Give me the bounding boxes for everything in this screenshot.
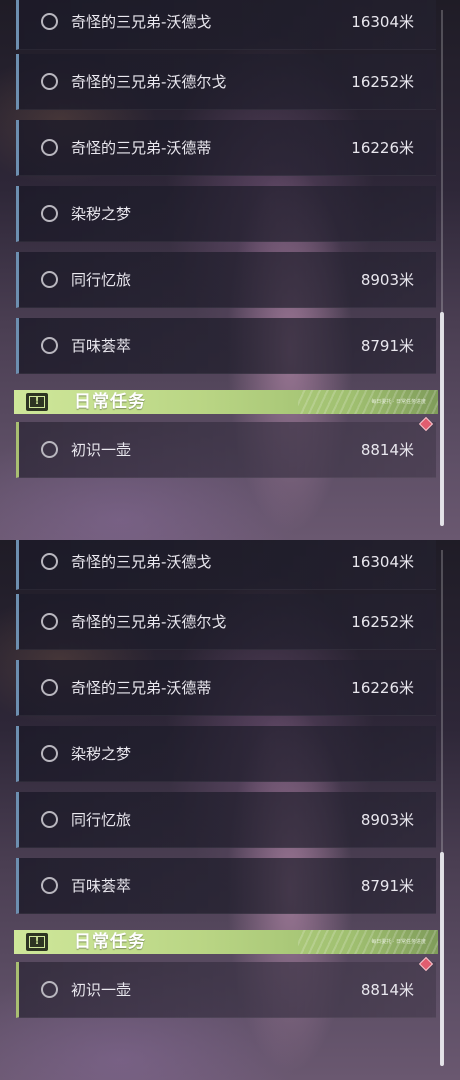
quest-item[interactable]: 奇怪的三兄弟-沃德尔戈 16252米	[16, 594, 436, 650]
quest-item[interactable]: 染秽之梦	[16, 726, 436, 782]
quest-distance: 8903米	[360, 271, 414, 289]
quest-distance: 8814米	[360, 441, 414, 459]
category-tag: 每日委托 · 日常任务进度	[371, 939, 426, 945]
quest-status-circle-icon	[41, 745, 58, 762]
category-title: 日常任务	[74, 932, 146, 952]
quest-distance: 16226米	[351, 139, 414, 157]
quest-distance: 8814米	[360, 981, 414, 999]
quest-item[interactable]: 同行忆旅 8903米	[16, 792, 436, 848]
quest-name: 奇怪的三兄弟-沃德蒂	[71, 679, 212, 697]
quest-name: 奇怪的三兄弟-沃德尔戈	[71, 613, 227, 631]
quest-name: 百味荟萃	[71, 337, 132, 355]
daily-quest-item[interactable]: 初识一壶 8814米	[16, 962, 436, 1018]
quest-name: 同行忆旅	[71, 271, 132, 289]
quest-status-circle-icon	[41, 613, 58, 630]
exclamation-icon: !	[26, 933, 48, 951]
quest-name: 同行忆旅	[71, 811, 132, 829]
quest-item[interactable]: 奇怪的三兄弟-沃德尔戈 16252米	[16, 54, 436, 110]
exclamation-icon: !	[26, 393, 48, 411]
quest-item[interactable]: 奇怪的三兄弟-沃德戈 16304米	[16, 0, 436, 50]
quest-name: 奇怪的三兄弟-沃德戈	[71, 13, 212, 31]
quest-name: 奇怪的三兄弟-沃德尔戈	[71, 73, 227, 91]
quest-distance: 16252米	[351, 613, 414, 631]
category-title: 日常任务	[74, 392, 146, 412]
daily-quest-item[interactable]: 初识一壶 8814米	[16, 422, 436, 478]
quest-panel-top: 奇怪的三兄弟-沃德戈 16304米 奇怪的三兄弟-沃德尔戈 16252米 奇怪的…	[0, 0, 460, 540]
quest-name: 奇怪的三兄弟-沃德戈	[71, 553, 212, 571]
quest-item[interactable]: 百味荟萃 8791米	[16, 858, 436, 914]
quest-name: 染秽之梦	[71, 745, 132, 763]
daily-quest-category-header[interactable]: ! 日常任务 每日委托 · 日常任务进度	[14, 930, 438, 954]
quest-distance: 16226米	[351, 679, 414, 697]
quest-status-circle-icon	[41, 271, 58, 288]
quest-item[interactable]: 百味荟萃 8791米	[16, 318, 436, 374]
quest-distance: 16304米	[351, 13, 414, 31]
quest-panel-bottom: 奇怪的三兄弟-沃德戈 16304米 奇怪的三兄弟-沃德尔戈 16252米 奇怪的…	[0, 540, 460, 1080]
quest-item[interactable]: 染秽之梦	[16, 186, 436, 242]
quest-distance: 8791米	[360, 877, 414, 895]
quest-name: 染秽之梦	[71, 205, 132, 223]
quest-item[interactable]: 奇怪的三兄弟-沃德蒂 16226米	[16, 660, 436, 716]
quest-distance: 16304米	[351, 553, 414, 571]
quest-status-circle-icon	[41, 73, 58, 90]
quest-item[interactable]: 奇怪的三兄弟-沃德蒂 16226米	[16, 120, 436, 176]
quest-status-circle-icon	[41, 981, 58, 998]
quest-status-circle-icon	[41, 205, 58, 222]
category-tag: 每日委托 · 日常任务进度	[371, 399, 426, 405]
quest-name: 奇怪的三兄弟-沃德蒂	[71, 139, 212, 157]
scrollbar-track[interactable]	[440, 550, 444, 1066]
quest-distance: 8791米	[360, 337, 414, 355]
quest-name: 百味荟萃	[71, 877, 132, 895]
quest-name: 初识一壶	[71, 981, 132, 999]
quest-name: 初识一壶	[71, 441, 132, 459]
daily-quest-category-header[interactable]: ! 日常任务 每日委托 · 日常任务进度	[14, 390, 438, 414]
quest-distance: 8903米	[360, 811, 414, 829]
quest-status-circle-icon	[41, 679, 58, 696]
quest-status-circle-icon	[41, 811, 58, 828]
quest-status-circle-icon	[41, 13, 58, 30]
quest-distance: 16252米	[351, 73, 414, 91]
quest-status-circle-icon	[41, 441, 58, 458]
quest-status-circle-icon	[41, 337, 58, 354]
quest-item[interactable]: 同行忆旅 8903米	[16, 252, 436, 308]
scrollbar-track[interactable]	[440, 10, 444, 526]
scrollbar-thumb[interactable]	[440, 852, 444, 1066]
quest-item[interactable]: 奇怪的三兄弟-沃德戈 16304米	[16, 540, 436, 590]
quest-status-circle-icon	[41, 877, 58, 894]
scrollbar-thumb[interactable]	[440, 312, 444, 526]
quest-status-circle-icon	[41, 553, 58, 570]
quest-status-circle-icon	[41, 139, 58, 156]
